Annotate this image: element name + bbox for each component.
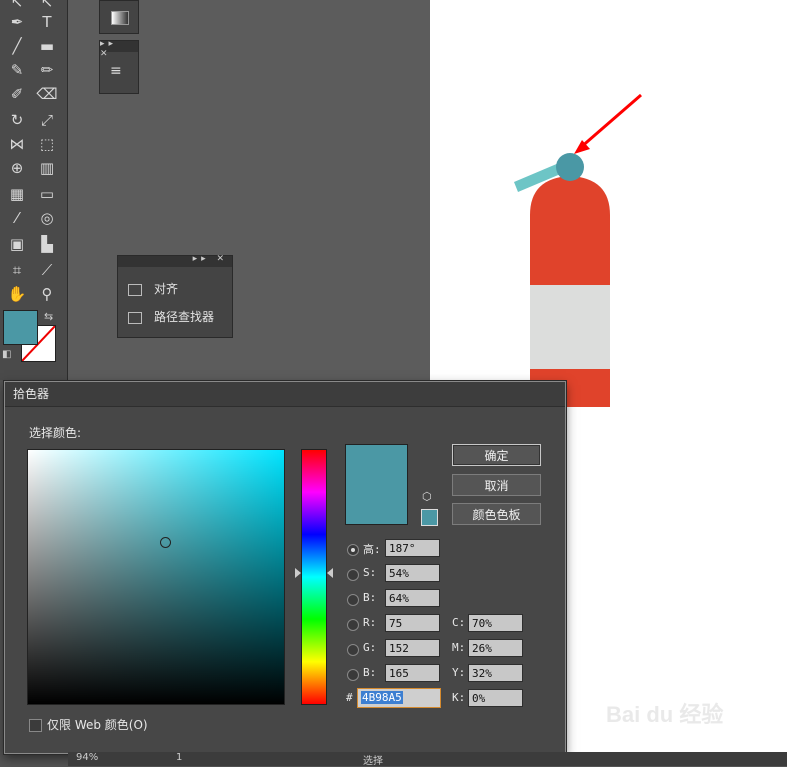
pencil-tool-icon[interactable]: ✏ bbox=[36, 60, 58, 80]
gradient-tool-icon[interactable]: ▭ bbox=[36, 184, 58, 204]
panel-controls[interactable]: ▸▸ ✕ bbox=[193, 254, 228, 264]
pathfinder-icon bbox=[128, 311, 142, 324]
status-bar: 94% 1 选择 bbox=[68, 752, 787, 767]
hue-input[interactable]: 187° bbox=[385, 539, 440, 557]
baidu-jingyan-logo: Bai du 经验 bbox=[606, 702, 724, 727]
hand-tool-icon[interactable]: ✋ bbox=[6, 284, 28, 304]
tools-panel: ↖ ↖ ✒ T ╱ ▬ ✎ ✏ ✐ ⌫ ↻ ⤢ ⋈ ⬚ ⊕ ▥ ▦ ▭ ⁄ ◎ … bbox=[0, 0, 68, 380]
paintbrush-tool-icon[interactable]: ✎ bbox=[6, 60, 28, 80]
blend-tool-icon[interactable]: ◎ bbox=[36, 208, 58, 228]
select-color-label: 选择颜色: bbox=[29, 426, 82, 440]
green-input[interactable]: 152 bbox=[385, 639, 440, 657]
gradient-icon bbox=[111, 11, 129, 25]
align-label: 对齐 bbox=[154, 282, 179, 296]
panel-menu-icon[interactable]: ≡ bbox=[110, 63, 122, 79]
red-label: R: bbox=[363, 616, 377, 629]
blob-brush-tool-icon[interactable]: ✐ bbox=[6, 84, 28, 104]
black-label: K: bbox=[452, 691, 466, 704]
fire-extinguisher-artwork bbox=[514, 93, 642, 407]
out-of-web-gamut-icon[interactable]: ⬡ bbox=[422, 490, 432, 503]
magenta-input[interactable]: 26% bbox=[468, 639, 523, 657]
red-radio[interactable] bbox=[347, 619, 359, 631]
zoom-tool-icon[interactable]: ⚲ bbox=[36, 284, 58, 304]
cyan-label: C: bbox=[452, 616, 466, 629]
mesh-tool-icon[interactable]: ▦ bbox=[6, 184, 28, 204]
green-radio[interactable] bbox=[347, 644, 359, 656]
current-tool-mode: 选择 bbox=[363, 756, 383, 767]
pen-tool-icon[interactable]: ✒ bbox=[6, 12, 28, 32]
color-swatches-button[interactable]: 颜色色板 bbox=[452, 503, 541, 525]
cancel-button[interactable]: 取消 bbox=[452, 474, 541, 496]
brightness-input[interactable]: 64% bbox=[385, 589, 440, 607]
eraser-tool-icon[interactable]: ⌫ bbox=[36, 84, 58, 104]
shape-builder-tool-icon[interactable]: ⊕ bbox=[6, 158, 28, 178]
align-icon bbox=[128, 283, 142, 296]
blue-radio[interactable] bbox=[347, 669, 359, 681]
gradient-mini-panel[interactable] bbox=[99, 0, 139, 34]
web-colors-only-label: 仅限 Web 颜色(O) bbox=[47, 718, 148, 732]
selection-tool-icon[interactable]: ↖ bbox=[6, 0, 28, 12]
perspective-grid-tool-icon[interactable]: ▥ bbox=[36, 158, 58, 178]
artboard-tool-icon[interactable]: ⌗ bbox=[6, 260, 28, 280]
scale-tool-icon[interactable]: ⤢ bbox=[36, 110, 58, 130]
web-colors-only-checkbox[interactable] bbox=[29, 719, 42, 732]
align-pathfinder-panel: ▸▸ ✕ 对齐 路径查找器 bbox=[117, 254, 233, 338]
eyedropper-tool-icon[interactable]: ⁄ bbox=[6, 208, 28, 228]
direct-selection-tool-icon[interactable]: ↖ bbox=[36, 0, 58, 12]
zoom-level[interactable]: 94% bbox=[76, 752, 98, 763]
pathfinder-panel-item[interactable]: 路径查找器 bbox=[118, 303, 232, 331]
width-tool-icon[interactable]: ⋈ bbox=[6, 134, 28, 154]
hue-slider-right-handle[interactable] bbox=[327, 568, 333, 578]
rectangle-tool-icon[interactable]: ▬ bbox=[36, 36, 58, 56]
align-panel-item[interactable]: 对齐 bbox=[118, 275, 232, 303]
line-tool-icon[interactable]: ╱ bbox=[6, 36, 28, 56]
watermark-url: jingyan.baidu.com bbox=[620, 729, 741, 746]
fill-swatch[interactable] bbox=[3, 310, 38, 345]
saturation-label: S: bbox=[363, 566, 377, 579]
blue-label: B: bbox=[363, 666, 377, 679]
default-colors-icon[interactable]: ◧ bbox=[2, 349, 11, 360]
graph-tool-icon[interactable]: ▙ bbox=[36, 234, 58, 254]
panel-header: ▸▸ ✕ bbox=[100, 39, 138, 59]
free-transform-tool-icon[interactable]: ⬚ bbox=[36, 134, 58, 154]
web-safe-color-swatch[interactable] bbox=[421, 509, 438, 526]
panel-header: ▸▸ ✕ bbox=[118, 254, 232, 267]
new-color-preview bbox=[345, 444, 408, 525]
brightness-label: B: bbox=[363, 591, 377, 604]
blue-input[interactable]: 165 bbox=[385, 664, 440, 682]
cyan-input[interactable]: 70% bbox=[468, 614, 523, 632]
page-number[interactable]: 1 bbox=[176, 752, 182, 763]
symbol-sprayer-tool-icon[interactable]: ▣ bbox=[6, 234, 28, 254]
color-marker[interactable] bbox=[160, 537, 171, 548]
slice-tool-icon[interactable]: ⟋ bbox=[36, 260, 58, 280]
yellow-input[interactable]: 32% bbox=[468, 664, 523, 682]
menu-mini-panel[interactable]: ▸▸ ✕ ≡ bbox=[99, 39, 139, 94]
ok-button[interactable]: 确定 bbox=[452, 444, 541, 466]
hex-value-selected: 4B98A5 bbox=[361, 691, 403, 704]
black-input[interactable]: 0% bbox=[468, 689, 523, 707]
saturation-brightness-field[interactable] bbox=[27, 449, 285, 705]
hue-slider-left-handle[interactable] bbox=[295, 568, 301, 578]
hue-radio[interactable] bbox=[347, 544, 359, 556]
rotate-tool-icon[interactable]: ↻ bbox=[6, 110, 28, 130]
red-input[interactable]: 75 bbox=[385, 614, 440, 632]
hex-input[interactable]: 4B98A5 bbox=[357, 688, 441, 708]
magenta-label: M: bbox=[452, 641, 466, 654]
dialog-title: 拾色器 bbox=[5, 382, 565, 407]
panel-controls[interactable]: ▸▸ ✕ bbox=[100, 39, 134, 59]
yellow-label: Y: bbox=[452, 666, 466, 679]
hue-label: 高: bbox=[363, 543, 381, 556]
type-tool-icon[interactable]: T bbox=[36, 12, 58, 32]
saturation-radio[interactable] bbox=[347, 569, 359, 581]
brightness-radio[interactable] bbox=[347, 594, 359, 606]
green-label: G: bbox=[363, 641, 377, 654]
hex-label: # bbox=[346, 691, 353, 704]
saturation-input[interactable]: 54% bbox=[385, 564, 440, 582]
pathfinder-label: 路径查找器 bbox=[154, 310, 215, 324]
hue-slider[interactable] bbox=[301, 449, 327, 705]
color-picker-dialog: 拾色器 选择颜色: ⬡ 确定 取消 颜色色板 高: 187° S: 54% B:… bbox=[4, 381, 566, 754]
swap-fill-stroke-icon[interactable]: ⇆ bbox=[44, 310, 53, 323]
